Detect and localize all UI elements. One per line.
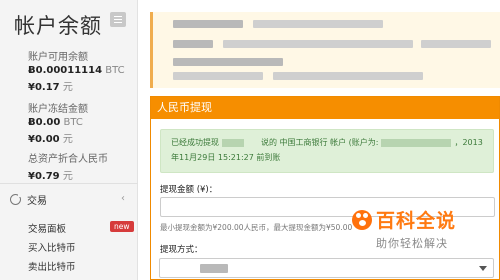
redacted-method: [200, 264, 228, 273]
withdraw-panel: 人民币提现 已经成功提现 说的 中国工商银行 帐户 (账户为: ，2013 年11月…: [150, 96, 500, 280]
redacted-text: [173, 20, 243, 28]
redacted-text: [253, 20, 383, 28]
sidebar-section-trade[interactable]: 交易: [10, 192, 47, 207]
watermark-brand: 百科全说: [376, 210, 457, 232]
panel-title: 人民币提现: [151, 97, 499, 119]
total-label: 总资产折合人民币: [28, 154, 108, 165]
redacted-text: [223, 40, 413, 48]
total-assets: 总资产折合人民币 ¥0.79 元: [28, 150, 108, 182]
alert-suffix: ，2013: [454, 138, 483, 147]
available-btc: Ƀ0.00011114: [28, 65, 103, 76]
amount-label: 提现金额 (¥)：: [160, 185, 218, 195]
frozen-btc-unit: BTC: [63, 117, 83, 128]
redacted-text: [173, 58, 283, 66]
notice-box: [150, 12, 500, 88]
available-balance: 账户可用余额 Ƀ0.00011114 BTC ¥0.17 元: [28, 48, 125, 93]
chevron-left-icon[interactable]: ‹: [121, 193, 125, 204]
sidebar-divider: [0, 183, 138, 184]
redacted-account: [381, 138, 452, 147]
redacted-amount: [222, 138, 244, 147]
redacted-text: [273, 72, 423, 80]
sidebar-item-buy-btc[interactable]: 买入比特币: [28, 240, 76, 254]
frozen-cny-unit: 元: [62, 134, 73, 145]
redacted-text: [173, 72, 263, 80]
chevron-down-icon: [479, 266, 487, 271]
total-cny-unit: 元: [62, 171, 73, 182]
paw-logo-icon: [352, 209, 372, 230]
method-label: 提现方式：: [160, 245, 203, 255]
frozen-balance: 账户冻结金额 Ƀ0.00 BTC ¥0.00 元: [28, 100, 88, 145]
total-cny: ¥0.79: [28, 171, 60, 182]
alert-mid: 说的 中国工商银行 帐户 (账户为:: [261, 138, 379, 147]
sidebar-title: 帐户余额: [14, 14, 102, 38]
watermark: 百科全说 助你轻松解决: [352, 206, 472, 251]
available-label: 账户可用余额: [28, 52, 88, 63]
hamburger-icon[interactable]: [110, 12, 126, 27]
alert-prefix: 已经成功提现: [171, 138, 219, 147]
redacted-text: [173, 40, 213, 48]
sidebar-item-sell-btc[interactable]: 卖出比特币: [28, 259, 76, 273]
new-badge: new: [110, 221, 134, 232]
alert-line2: 年11月29日 15:21:27 前到账: [171, 153, 281, 162]
available-btc-unit: BTC: [105, 65, 125, 76]
sidebar: 帐户余额 账户可用余额 Ƀ0.00011114 BTC ¥0.17 元 账户冻结…: [0, 0, 138, 280]
available-cny-unit: 元: [62, 82, 73, 93]
method-select[interactable]: [159, 258, 494, 278]
available-cny: ¥0.17: [28, 82, 60, 93]
frozen-label: 账户冻结金额: [28, 104, 88, 115]
sidebar-item-trade-panel[interactable]: 交易面板: [28, 221, 66, 235]
frozen-btc: Ƀ0.00: [28, 117, 61, 128]
amount-help: 最小提现金额为¥200.00人民币，最大提现金额为¥50.00: [160, 223, 353, 232]
redacted-text: [421, 40, 491, 48]
success-alert: 已经成功提现 说的 中国工商银行 帐户 (账户为: ，2013 年11月29日 15…: [160, 129, 494, 173]
watermark-tagline: 助你轻松解决: [376, 237, 448, 250]
sidebar-section-label: 交易: [27, 196, 47, 207]
frozen-cny: ¥0.00: [28, 134, 60, 145]
refresh-icon: [10, 193, 22, 205]
